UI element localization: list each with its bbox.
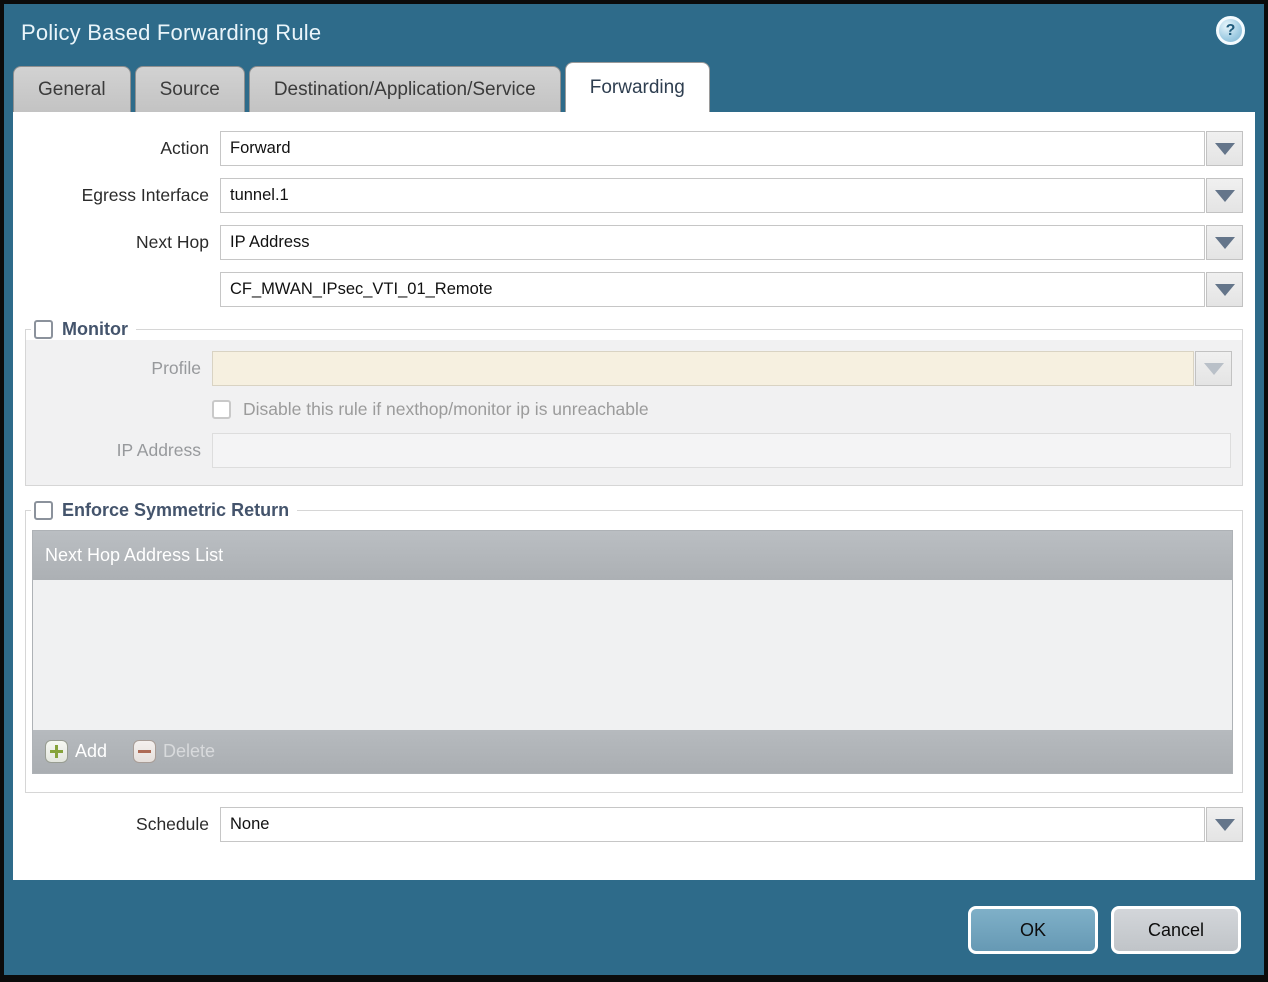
chevron-down-icon [1214, 283, 1235, 296]
monitor-profile-label: Profile [151, 358, 201, 378]
monitor-ip-address-row: IP Address [26, 433, 1232, 468]
egress-interface-dropdown-button[interactable] [1206, 178, 1243, 213]
symmetric-return-legend: Enforce Symmetric Return [31, 500, 297, 521]
help-icon[interactable]: ? [1216, 16, 1245, 45]
next-hop-row: Next Hop [25, 225, 1243, 260]
action-combo [220, 131, 1243, 166]
chevron-down-icon [1214, 818, 1235, 831]
disable-rule-label: Disable this rule if nexthop/monitor ip … [243, 399, 649, 419]
tab-forwarding[interactable]: Forwarding [564, 62, 710, 112]
chevron-down-icon [1214, 189, 1235, 202]
next-hop-address-combo [220, 272, 1243, 307]
next-hop-address-dropdown-button[interactable] [1206, 272, 1243, 307]
plus-icon [45, 740, 68, 763]
policy-based-forwarding-rule-dialog: Policy Based Forwarding Rule ? General S… [0, 0, 1268, 982]
forwarding-tab-panel: Action Egress Interface Next Hop [13, 112, 1255, 880]
monitor-ip-address-label: IP Address [116, 440, 201, 460]
tab-source[interactable]: Source [134, 66, 245, 112]
dialog-title: Policy Based Forwarding Rule [21, 20, 322, 45]
disable-rule-checkbox [212, 400, 231, 419]
ok-button[interactable]: OK [968, 906, 1098, 954]
next-hop-combo [220, 225, 1243, 260]
symmetric-return-checkbox[interactable] [34, 501, 53, 520]
footer-buttons: OK Cancel [968, 906, 1241, 954]
next-hop-address-input[interactable] [220, 272, 1205, 307]
action-row: Action [25, 131, 1243, 166]
disable-rule-row: Disable this rule if nexthop/monitor ip … [212, 399, 1232, 420]
action-dropdown-button[interactable] [1206, 131, 1243, 166]
tab-general[interactable]: General [13, 66, 131, 112]
minus-icon [133, 740, 157, 763]
chevron-down-icon [1214, 236, 1235, 249]
dialog-titlebar: Policy Based Forwarding Rule ? [13, 4, 1255, 62]
add-button[interactable]: Add [45, 740, 107, 763]
schedule-dropdown-button[interactable] [1206, 807, 1243, 842]
action-label: Action [160, 138, 209, 158]
next-hop-address-list-toolbar: Add Delete [33, 730, 1232, 773]
egress-interface-label: Egress Interface [81, 185, 209, 205]
monitor-group: Monitor Profile Disable this rule if nex… [25, 319, 1243, 486]
dialog-footer: OK Cancel [13, 880, 1255, 975]
tab-destination-application-service[interactable]: Destination/Application/Service [248, 66, 561, 112]
monitor-profile-row: Profile [26, 351, 1232, 386]
monitor-checkbox[interactable] [34, 320, 53, 339]
egress-interface-input[interactable] [220, 178, 1205, 213]
monitor-group-body: Profile Disable this rule if nexthop/mon… [26, 340, 1242, 485]
schedule-label: Schedule [136, 814, 209, 834]
monitor-profile-input [212, 351, 1194, 386]
next-hop-address-list-table: Next Hop Address List Add Delete [32, 530, 1233, 774]
schedule-row: Schedule [25, 807, 1243, 842]
monitor-legend: Monitor [31, 319, 136, 340]
action-input[interactable] [220, 131, 1205, 166]
monitor-profile-combo [212, 351, 1232, 386]
monitor-ip-address-input [212, 433, 1231, 468]
next-hop-address-list-header: Next Hop Address List [33, 531, 1232, 580]
next-hop-type-input[interactable] [220, 225, 1205, 260]
monitor-profile-dropdown-button [1195, 351, 1232, 386]
symmetric-return-group-title: Enforce Symmetric Return [62, 500, 290, 520]
symmetric-return-group-body: Next Hop Address List Add Delete [26, 521, 1242, 792]
chevron-down-icon [1214, 142, 1235, 155]
egress-interface-row: Egress Interface [25, 178, 1243, 213]
next-hop-label: Next Hop [136, 232, 209, 252]
next-hop-dropdown-button[interactable] [1206, 225, 1243, 260]
symmetric-return-group: Enforce Symmetric Return Next Hop Addres… [25, 500, 1243, 793]
add-button-label: Add [75, 741, 108, 761]
tab-bar: General Source Destination/Application/S… [13, 62, 1255, 112]
cancel-button[interactable]: Cancel [1111, 906, 1241, 954]
delete-button-label: Delete [163, 741, 216, 761]
next-hop-address-row [25, 272, 1243, 307]
schedule-combo [220, 807, 1243, 842]
schedule-input[interactable] [220, 807, 1205, 842]
chevron-down-icon [1203, 362, 1224, 375]
monitor-ip-address-combo [212, 433, 1231, 468]
monitor-group-title: Monitor [62, 319, 128, 339]
egress-interface-combo [220, 178, 1243, 213]
delete-button: Delete [133, 740, 215, 763]
next-hop-address-list-body[interactable] [33, 580, 1232, 730]
